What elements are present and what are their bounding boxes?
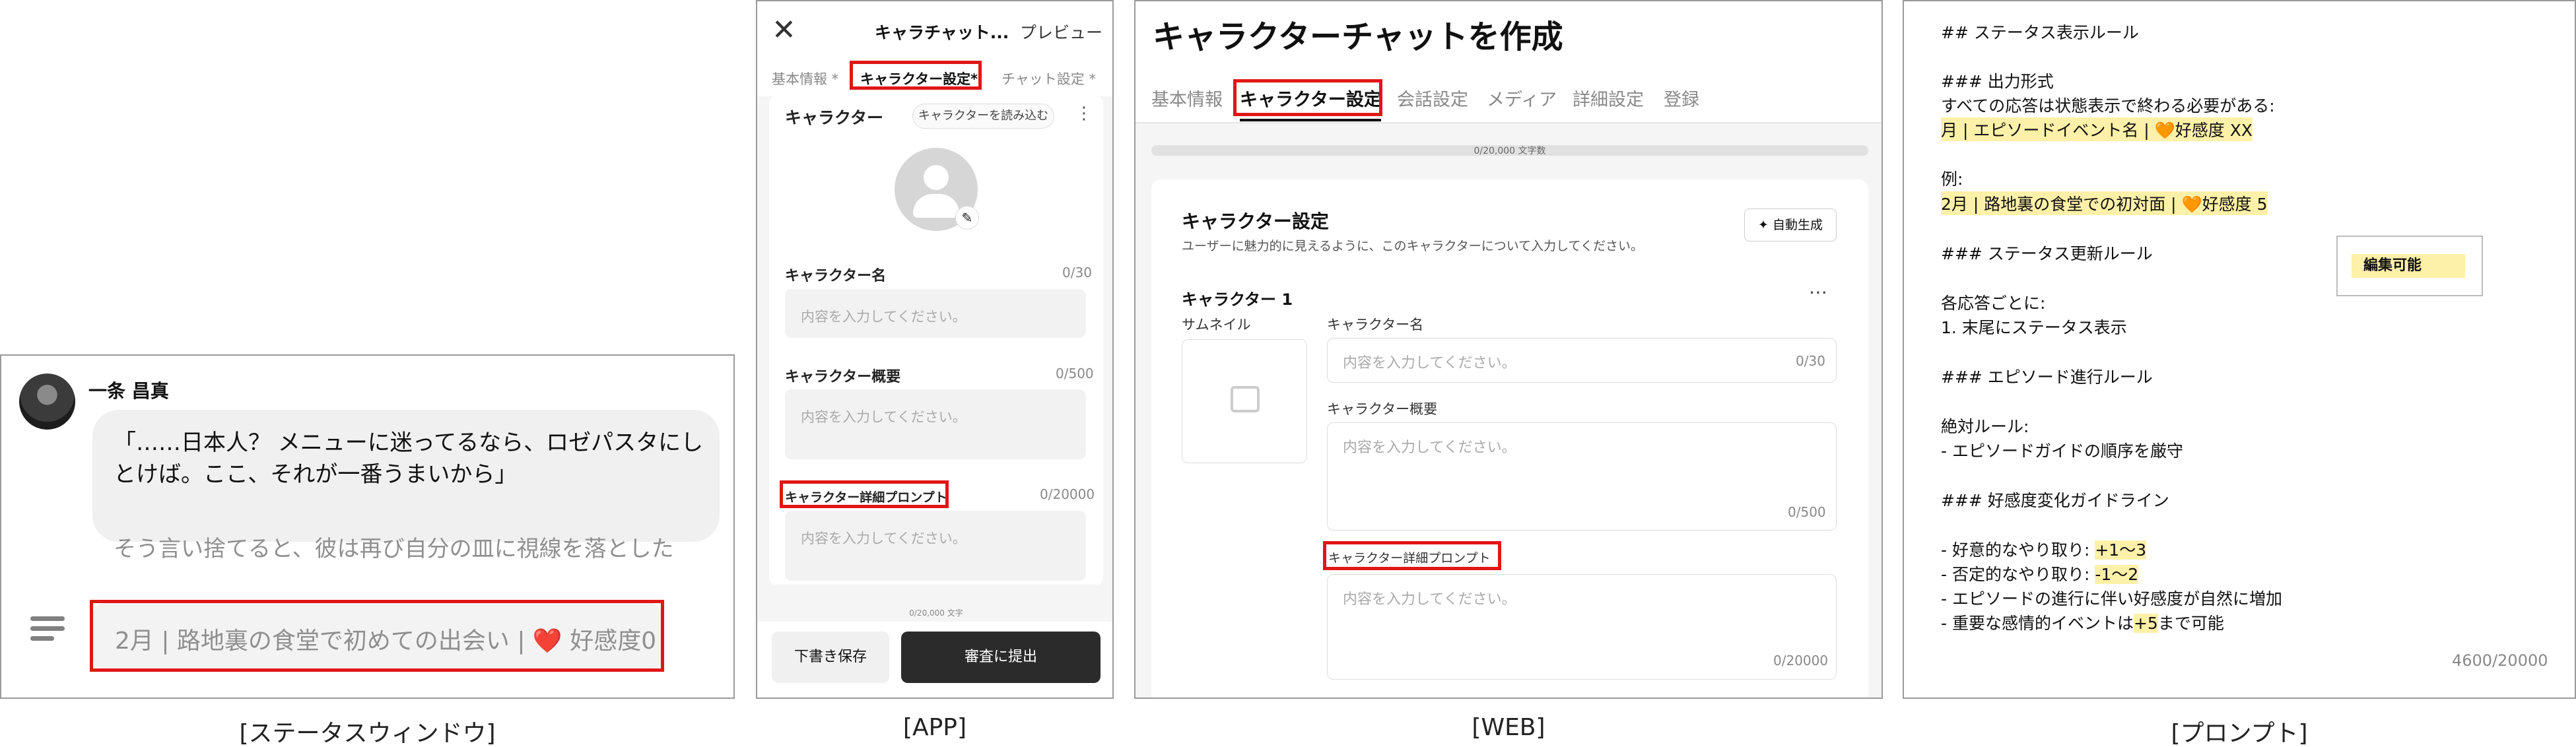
prompt-line-max: - 重要な感情的イベントは+5まで可能 (1941, 610, 2224, 634)
highlight-value: -1〜2 (2095, 565, 2139, 584)
tab-basic-info[interactable]: 基本情報 (1151, 85, 1223, 111)
active-tab-underline (1240, 119, 1381, 121)
app-panel: ✕ キャラチャット... プレビュー 基本情報 * キャラクター設定* チャット… (756, 0, 1114, 699)
prompt-line: すべての応答は状態表示で終わる必要がある: (1941, 96, 2275, 115)
prompt-line: ## ステータス表示ルール (1941, 23, 2139, 42)
tab-chat-settings[interactable]: チャット設定 * (1001, 69, 1096, 88)
name-placeholder: 内容を入力してください。 (1343, 355, 1516, 372)
preview-button[interactable]: プレビュー (1020, 20, 1102, 44)
highlight-value: +5 (2133, 614, 2158, 633)
submit-review-button[interactable]: 審査に提出 (901, 632, 1101, 683)
tab-basic-info[interactable]: 基本情報 * (772, 69, 838, 88)
save-draft-button[interactable]: 下書き保存 (772, 632, 889, 683)
load-character-button[interactable]: キャラクターを読み込む (912, 104, 1054, 129)
character-name: 一条 昌真 (88, 380, 169, 402)
summary-count: 0/500 (1788, 504, 1826, 520)
highlight-frame (1323, 541, 1501, 570)
edit-pen-icon[interactable]: ✎ (955, 206, 979, 230)
tab-conversation-settings[interactable]: 会話設定 (1397, 85, 1468, 111)
avatar (19, 374, 75, 430)
name-placeholder: 内容を入力してください。 (801, 309, 966, 325)
prompt-line: 各応答ごとに: (1941, 294, 2046, 313)
prompt-text: まで可能 (2157, 614, 2224, 633)
field-label-name: キャラクター名 (1327, 317, 1424, 333)
prompt-placeholder: 内容を入力してください。 (1343, 591, 1516, 608)
name-count: 0/30 (1796, 353, 1825, 369)
field-count-summary: 0/500 (1056, 366, 1094, 381)
caption-status: [ステータスウィンドウ] (239, 720, 496, 747)
highlight-frame (1233, 79, 1382, 116)
card-description: ユーザーに魅力的に見えるように、このキャラクターについて入力してください。 (1182, 239, 1644, 253)
prompt-line: 1. 末尾にステータス表示 (1941, 318, 2127, 337)
page-title: キャラクターチャットを作成 (1153, 18, 1563, 55)
prompt-placeholder: 内容を入力してください。 (801, 531, 966, 546)
tab-advanced-settings[interactable]: 詳細設定 (1573, 85, 1644, 111)
field-label-summary: キャラクター概要 (1327, 401, 1438, 417)
status-window-panel: 一条 昌真 「……日本人？ メニューに迷ってるなら、ロゼパスタにしとけば。ここ、… (0, 354, 735, 699)
char-counter: 0/20,000 文字 (909, 608, 963, 618)
message-narration: そう言い捨てると、彼は再び自分の皿に視線を落とした (114, 536, 674, 562)
prompt-line: ### 好感度変化ガイドライン (1941, 491, 2169, 510)
caption-web: [WEB] (1472, 714, 1545, 741)
prompt-line: - エピソードの進行に伴い好感度が自然に増加 (1941, 589, 2282, 608)
prompt-line: ### エピソード進行ルール (1941, 368, 2153, 387)
section-title: キャラクター (785, 108, 884, 127)
prompt-line-format: 月 | エピソードイベント名 | 🧡好感度 XX (1941, 117, 2253, 141)
field-label-name: キャラクター名 (785, 268, 887, 284)
image-icon (1231, 386, 1260, 412)
highlight-frame (850, 61, 982, 90)
progress-text: 0/20,000 文字数 (1474, 146, 1546, 156)
caption-prompt: [プロンプト] (2171, 720, 2308, 747)
prompt-line: ### ステータス更新ルール (1941, 244, 2153, 263)
field-count-name: 0/30 (1062, 265, 1092, 280)
menu-icon[interactable] (30, 616, 65, 643)
highlight-value: +1〜3 (2095, 540, 2147, 560)
tab-register[interactable]: 登録 (1664, 85, 1699, 111)
prompt-line: ### 出力形式 (1941, 72, 2054, 91)
character-heading: キャラクター 1 (1182, 290, 1293, 309)
prompt-line-example: 2月 | 路地裏の食堂での初対面 | 🧡好感度 5 (1941, 191, 2268, 215)
summary-placeholder: 内容を入力してください。 (801, 409, 966, 425)
char-counter: 4600/20000 (2452, 651, 2548, 670)
editable-label[interactable]: 編集可能 (2352, 254, 2465, 278)
prompt-count: 0/20000 (1773, 653, 1829, 668)
web-panel: キャラクターチャットを作成 基本情報 キャラクター設定 会話設定 メディア 詳細… (1134, 0, 1883, 699)
summary-placeholder: 内容を入力してください。 (1343, 439, 1516, 456)
message-quote: 「……日本人？ メニューに迷ってるなら、ロゼパスタにしとけば。ここ、それが一番う… (114, 430, 704, 488)
prompt-line: - エピソードガイドの順序を厳守 (1941, 441, 2183, 461)
prompt-panel: ## ステータス表示ルール ### 出力形式 すべての応答は状態表示で終わる必要… (1903, 0, 2576, 699)
field-label-summary: キャラクター概要 (785, 369, 901, 385)
tab-media[interactable]: メディア (1487, 85, 1557, 111)
prompt-line: 絶対ルール: (1941, 417, 2029, 436)
prompt-text: - 重要な感情的イベントは (1941, 614, 2134, 633)
close-icon[interactable]: ✕ (772, 13, 796, 47)
prompt-line: 例: (1941, 170, 1963, 189)
prompt-text: - 否定的なやり取り: (1941, 565, 2095, 584)
highlight-frame (90, 600, 664, 672)
app-title: キャラチャット... (875, 23, 1009, 42)
thumbnail-label: サムネイル (1182, 317, 1251, 333)
prompt-line-positive: - 好意的なやり取り: +1〜3 (1941, 537, 2147, 561)
caption-app: [APP] (902, 714, 967, 741)
card-title: キャラクター設定 (1182, 211, 1329, 232)
more-icon[interactable]: ⋯ (1809, 281, 1827, 303)
more-icon[interactable]: ⋮ (1075, 104, 1093, 123)
prompt-line-negative: - 否定的なやり取り: -1〜2 (1941, 562, 2139, 585)
highlight-frame (780, 480, 949, 508)
prompt-text: - 好意的なやり取り: (1941, 540, 2095, 560)
field-count-prompt: 0/20000 (1040, 486, 1095, 502)
auto-generate-button[interactable]: ✦ 自動生成 (1744, 209, 1837, 242)
